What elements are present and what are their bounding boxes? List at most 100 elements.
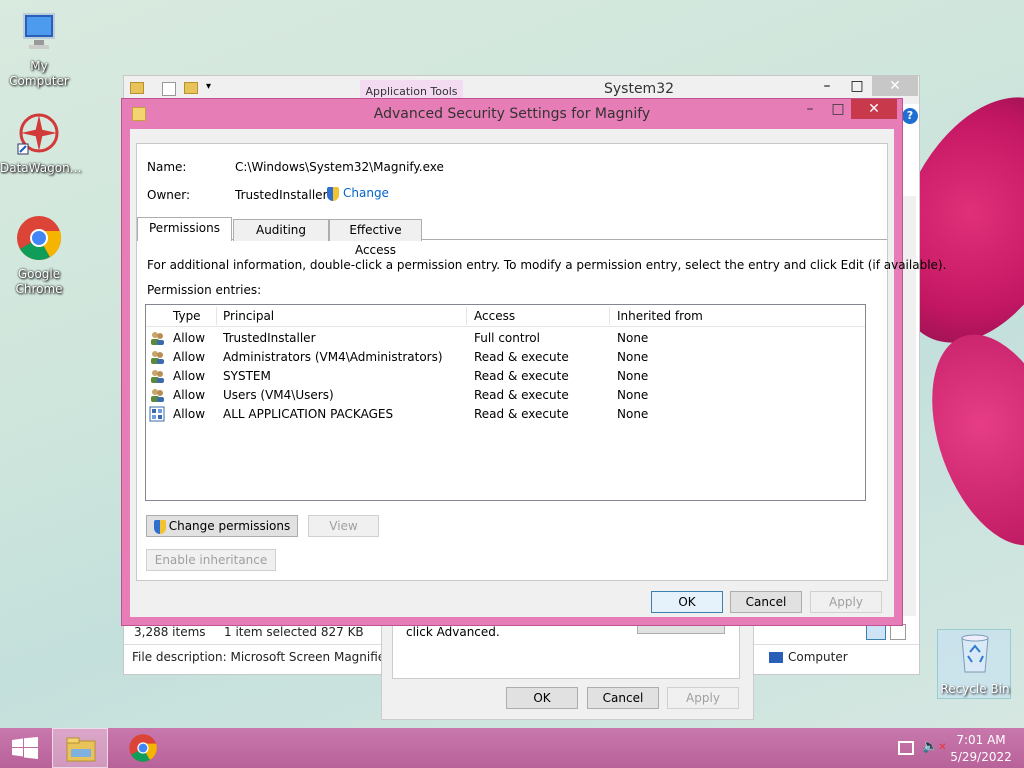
folder-icon	[132, 107, 146, 121]
users-icon	[149, 368, 165, 384]
shield-icon	[327, 186, 339, 201]
desktop-icon-chrome[interactable]: Google Chrome	[0, 214, 78, 297]
start-button[interactable]	[8, 728, 42, 768]
help-icon[interactable]: ?	[902, 108, 918, 124]
location-label: Computer	[788, 650, 848, 664]
quick-access-dropdown-icon[interactable]: ▾	[206, 81, 211, 92]
row-principal: ALL APPLICATION PACKAGES	[223, 407, 394, 421]
minimize-button[interactable]: –	[812, 76, 842, 96]
advanced-button[interactable]	[637, 625, 725, 634]
table-row[interactable]: Allow SYSTEM Read & execute None	[146, 367, 864, 386]
maximize-button[interactable]: □	[842, 76, 872, 96]
apply-button[interactable]: Apply	[810, 591, 882, 613]
desktop-icon-recycle-bin[interactable]: Recycle Bin	[937, 629, 1011, 699]
list-header: Type Principal Access Inherited from	[146, 305, 865, 327]
row-type: Allow	[173, 388, 206, 402]
change-owner-link[interactable]: Change	[327, 186, 389, 201]
permission-list[interactable]: Type Principal Access Inherited from All…	[145, 304, 866, 501]
row-access: Read & execute	[474, 369, 569, 383]
clock-time[interactable]: 7:01 AM	[946, 733, 1016, 747]
status-items: 3,288 items	[134, 625, 206, 639]
change-permissions-button[interactable]: Change permissions	[146, 515, 298, 537]
dialog-panel: Name: C:\Windows\System32\Magnify.exe Ow…	[136, 143, 947, 581]
tab-permissions[interactable]: Permissions	[137, 217, 232, 241]
row-principal: Users (VM4\Users)	[223, 388, 334, 402]
change-permissions-label: Change permissions	[168, 519, 291, 533]
details-view-icon[interactable]	[866, 624, 886, 640]
shield-icon	[153, 519, 166, 534]
table-row[interactable]: Allow Users (VM4\Users) Read & execute N…	[146, 386, 864, 405]
status-selected: 1 item selected 827 KB	[224, 625, 364, 639]
table-row[interactable]: Allow Administrators (VM4\Administrators…	[146, 348, 864, 367]
cancel-button[interactable]: Cancel	[730, 591, 802, 613]
datawagon-icon	[17, 113, 59, 155]
row-access: Read & execute	[474, 350, 569, 364]
close-button[interactable]: ✕	[872, 76, 918, 96]
row-inherited: None	[617, 407, 649, 421]
desktop-icon-label: Google Chrome	[15, 267, 63, 296]
row-access: Full control	[474, 331, 540, 345]
tab-auditing[interactable]: Auditing	[233, 219, 329, 241]
wallpaper-petal	[905, 316, 1024, 564]
column-header-access[interactable]: Access	[474, 309, 515, 323]
name-label: Name:	[147, 160, 187, 174]
dialog-body: Name: C:\Windows\System32\Magnify.exe Ow…	[130, 129, 947, 617]
row-type: Allow	[173, 331, 206, 345]
name-value: C:\Windows\System32\Magnify.exe	[235, 160, 444, 174]
tab-effective-access[interactable]: Effective Access	[329, 219, 422, 257]
volume-muted-icon[interactable]: 🔈✕	[922, 739, 947, 754]
properties-apply-button[interactable]: Apply	[667, 687, 739, 709]
desktop-icon-my-computer[interactable]: My Computer	[0, 10, 78, 89]
view-button[interactable]: View	[308, 515, 379, 537]
properties-ok-button[interactable]: OK	[506, 687, 578, 709]
clock-date[interactable]: 5/29/2022	[946, 750, 1016, 764]
enable-inheritance-button[interactable]: Enable inheritance	[146, 549, 276, 571]
desktop-icon-datawagon[interactable]: DataWagon…	[0, 110, 82, 176]
entries-label: Permission entries:	[147, 283, 262, 297]
table-row[interactable]: Allow ALL APPLICATION PACKAGES Read & ex…	[146, 405, 864, 424]
dialog-close-button[interactable]: ✕	[851, 99, 897, 119]
taskbar: 🔈✕ 7:01 AM 5/29/2022	[0, 728, 1024, 768]
owner-value: TrustedInstaller	[235, 188, 328, 202]
users-icon	[149, 349, 165, 365]
taskbar-chrome[interactable]	[118, 728, 170, 768]
dialog-minimize-button[interactable]: –	[795, 99, 825, 119]
users-icon	[149, 330, 165, 346]
row-principal: TrustedInstaller	[223, 331, 316, 345]
taskbar-file-explorer[interactable]	[52, 728, 108, 768]
windows-logo-icon	[12, 737, 38, 759]
info-text: For additional information, double-click…	[147, 258, 947, 272]
dialog-title: Advanced Security Settings for Magnify	[373, 106, 651, 122]
column-header-type[interactable]: Type	[173, 309, 201, 323]
row-access: Read & execute	[474, 388, 569, 402]
dialog-maximize-button[interactable]: □	[823, 99, 853, 119]
row-type: Allow	[173, 350, 206, 364]
owner-label: Owner:	[147, 188, 191, 202]
computer-small-icon	[769, 652, 783, 663]
properties-dialog: click Advanced. OK Cancel Apply	[381, 622, 754, 720]
row-type: Allow	[173, 369, 206, 383]
chrome-icon	[17, 216, 62, 260]
desktop-icon-label: DataWagon…	[0, 161, 82, 175]
row-access: Read & execute	[474, 407, 569, 421]
desktop-icon-label: Recycle Bin	[940, 682, 1010, 696]
new-folder-icon[interactable]	[184, 82, 198, 94]
row-inherited: None	[617, 369, 649, 383]
column-header-inherited[interactable]: Inherited from	[617, 309, 703, 323]
ok-button[interactable]: OK	[651, 591, 723, 613]
large-icons-view-icon[interactable]	[890, 624, 906, 640]
users-icon	[149, 387, 165, 403]
network-icon[interactable]	[898, 741, 914, 755]
properties-icon[interactable]	[162, 82, 176, 96]
file-explorer-icon	[66, 737, 96, 762]
properties-cancel-button[interactable]: Cancel	[587, 687, 659, 709]
table-row[interactable]: Allow TrustedInstaller Full control None	[146, 329, 864, 348]
row-principal: SYSTEM	[223, 369, 271, 383]
explorer-title: System32	[603, 81, 675, 97]
column-header-principal[interactable]: Principal	[223, 309, 274, 323]
row-type: Allow	[173, 407, 206, 421]
file-description: File description: Microsoft Screen Magni…	[132, 650, 382, 664]
advanced-security-dialog: Advanced Security Settings for Magnify –…	[121, 98, 947, 626]
row-inherited: None	[617, 350, 649, 364]
change-link-label: Change	[343, 186, 389, 200]
